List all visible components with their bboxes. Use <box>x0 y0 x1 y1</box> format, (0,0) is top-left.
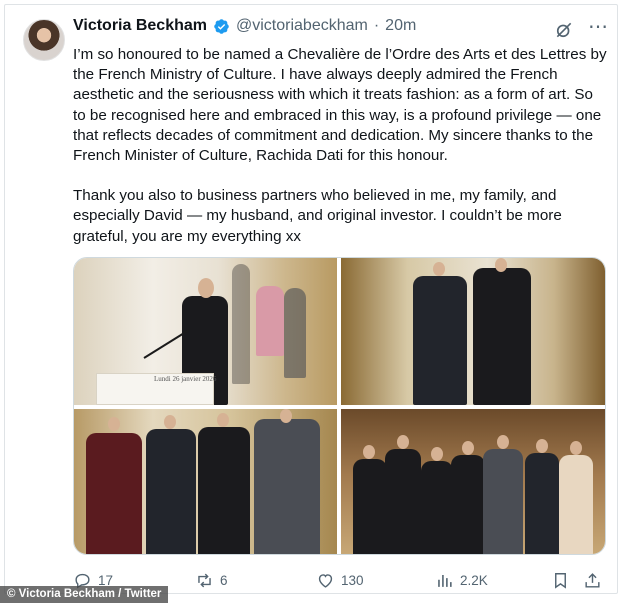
bookmark-button[interactable] <box>551 571 570 590</box>
verified-badge-icon <box>214 18 229 34</box>
tweet-paragraph-2: Thank you also to business partners who … <box>73 187 562 245</box>
figure <box>413 276 467 405</box>
photo-1[interactable]: Lundi 26 janvier 2026 <box>74 258 337 405</box>
tweet-text: I’m so honoured to be named a Chevalière… <box>73 45 608 247</box>
avatar[interactable] <box>23 19 65 61</box>
figure-head <box>497 435 509 449</box>
share-button[interactable] <box>583 571 602 590</box>
bookmark-icon <box>555 573 566 589</box>
figure-head <box>431 447 443 461</box>
figure <box>525 453 559 554</box>
grok-icon[interactable] <box>554 20 574 40</box>
tweet-header: Victoria Beckham @victoriabeckham · 20m <box>73 17 416 35</box>
figure <box>473 268 531 405</box>
figure <box>483 449 523 554</box>
figure <box>146 429 196 554</box>
figure <box>385 449 421 554</box>
figure-head <box>397 435 409 449</box>
photo-4[interactable] <box>341 409 605 554</box>
figure <box>254 419 320 554</box>
more-icon[interactable]: ⋯ <box>588 14 609 39</box>
views-button[interactable]: 2.2K <box>435 571 488 590</box>
handle[interactable]: @victoriabeckham <box>236 17 368 35</box>
figure-head <box>164 415 176 429</box>
microphone-icon <box>143 329 190 359</box>
like-button[interactable]: 130 <box>316 571 364 590</box>
figure-head <box>108 417 120 431</box>
timestamp[interactable]: 20m <box>385 17 416 35</box>
photo-credit: © Victoria Beckham / Twitter <box>0 586 169 603</box>
views-count: 2.2K <box>460 573 488 588</box>
tweet-paragraph-1: I’m so honoured to be named a Chevalière… <box>73 46 607 165</box>
like-count: 130 <box>341 573 364 588</box>
views-icon <box>438 574 452 587</box>
figure-head <box>433 262 445 276</box>
repost-count: 6 <box>220 573 228 588</box>
figure-head <box>363 445 375 459</box>
separator: · <box>373 17 380 34</box>
figure <box>284 288 306 378</box>
share-icon <box>585 573 600 588</box>
photo-3[interactable] <box>74 409 337 554</box>
display-name[interactable]: Victoria Beckham <box>73 17 207 35</box>
figure <box>86 433 142 554</box>
figure <box>232 264 250 384</box>
figure <box>256 286 284 356</box>
figure-head <box>198 278 214 298</box>
figure-head <box>570 441 582 455</box>
repost-icon <box>198 573 211 588</box>
figure <box>198 427 250 554</box>
figure-head <box>462 441 474 455</box>
media-grid: Lundi 26 janvier 2026 <box>73 257 606 555</box>
figure-head <box>536 439 548 453</box>
like-icon <box>318 574 333 588</box>
photo-2[interactable] <box>341 258 605 405</box>
figure-head <box>217 413 229 427</box>
figure <box>421 461 453 554</box>
figure-head <box>280 409 292 423</box>
lectern-date: Lundi 26 janvier 2026 <box>154 375 217 383</box>
figure <box>451 455 485 554</box>
repost-button[interactable]: 6 <box>195 571 228 590</box>
figure <box>559 455 593 554</box>
figure <box>353 459 387 554</box>
figure-head <box>495 258 507 272</box>
tweet-card: Victoria Beckham @victoriabeckham · 20m … <box>4 4 618 594</box>
